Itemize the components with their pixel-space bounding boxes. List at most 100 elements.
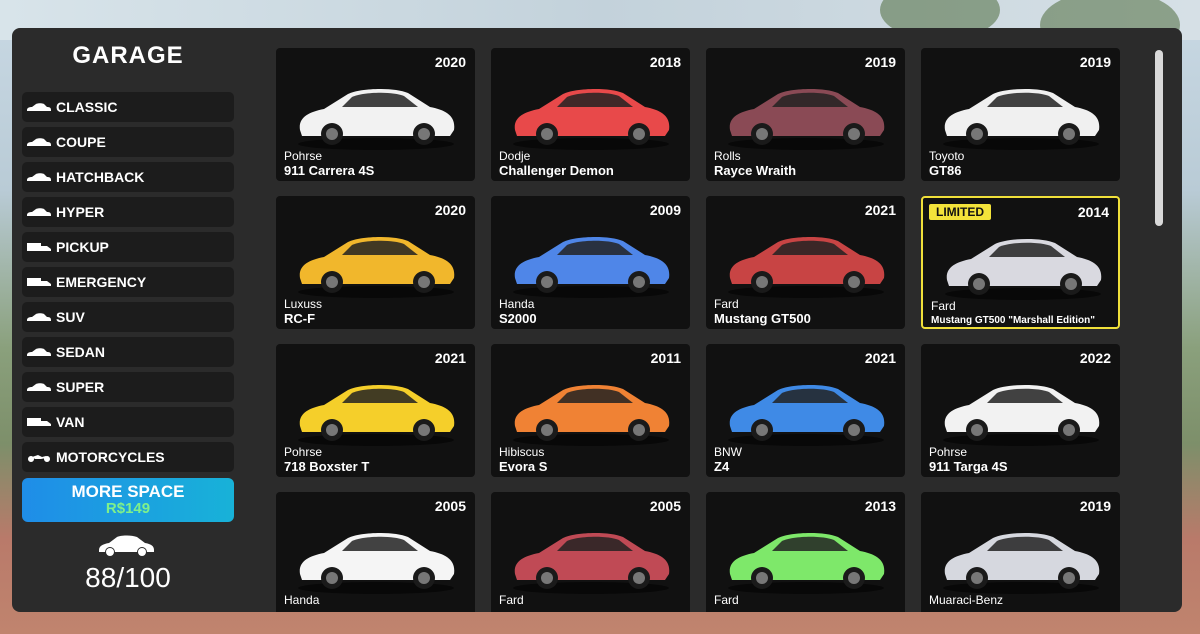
car-make: Luxuss xyxy=(284,297,323,311)
car-card[interactable]: 2022 Pohrse 911 Targa 4S xyxy=(921,344,1120,477)
super-car-icon xyxy=(22,381,56,393)
category-label: SEDAN xyxy=(56,344,106,360)
car-image xyxy=(298,88,455,150)
car-make: Handa xyxy=(499,297,535,311)
car-image xyxy=(513,88,670,150)
car-year: 2018 xyxy=(649,54,681,70)
category-label: VAN xyxy=(56,414,85,430)
more-space-button[interactable]: MORE SPACE R$149 xyxy=(22,478,234,522)
car-year: 2009 xyxy=(649,202,681,218)
car-model: Z4 xyxy=(714,459,730,474)
category-emergency[interactable]: EMERGENCY xyxy=(22,267,234,297)
car-year: 2021 xyxy=(434,350,466,366)
category-suv[interactable]: SUV xyxy=(22,302,234,332)
car-image xyxy=(728,532,885,594)
car-card[interactable]: 2019 Toyoto GT86 xyxy=(921,48,1120,181)
car-card[interactable]: 2021 Fard Mustang GT500 xyxy=(706,196,905,329)
category-label: HATCHBACK xyxy=(56,169,145,185)
car-year: 2020 xyxy=(434,54,466,70)
car-card[interactable]: 2021 BNW Z4 xyxy=(706,344,905,477)
car-image xyxy=(728,88,885,150)
car-model: Challenger Demon xyxy=(499,163,614,178)
sidebar: GARAGE CLASSIC COUPE HATCHBACK HYPER PICKUP E… xyxy=(22,28,234,612)
more-space-label: MORE SPACE xyxy=(71,482,185,501)
car-image xyxy=(943,384,1100,446)
car-year: 2005 xyxy=(434,498,466,514)
emergency-vehicle-icon xyxy=(22,276,56,288)
hatchback-icon xyxy=(22,171,56,183)
category-list: CLASSIC COUPE HATCHBACK HYPER PICKUP EMERGENC… xyxy=(22,92,234,477)
car-make: Handa xyxy=(284,593,320,607)
category-label: CLASSIC xyxy=(56,99,118,115)
pickup-truck-icon xyxy=(22,241,56,253)
car-image xyxy=(943,88,1100,150)
category-sedan[interactable]: SEDAN xyxy=(22,337,234,367)
car-make: Muaraci-Benz xyxy=(929,593,1004,607)
car-make: Pohrse xyxy=(929,445,968,459)
category-hyper[interactable]: HYPER xyxy=(22,197,234,227)
car-card[interactable]: 2020 Luxuss RC-F xyxy=(276,196,475,329)
category-label: EMERGENCY xyxy=(56,274,147,290)
car-card[interactable]: 2009 Handa S2000 xyxy=(491,196,690,329)
car-card[interactable]: 2020 Pohrse 911 Carrera 4S xyxy=(276,48,475,181)
motorcycle-icon xyxy=(22,451,56,463)
car-year: 2020 xyxy=(434,202,466,218)
category-classic[interactable]: CLASSIC xyxy=(22,92,234,122)
car-image xyxy=(513,236,670,298)
van-icon xyxy=(22,416,56,428)
garage-capacity: 88/100 xyxy=(85,562,171,593)
car-image xyxy=(298,532,455,594)
garage-panel: GARAGE CLASSIC COUPE HATCHBACK HYPER PICKUP E… xyxy=(12,28,1182,612)
car-grid-viewport[interactable]: 2020 Pohrse 911 Carrera 4S 2018 Dodje Challen… xyxy=(276,48,1148,612)
car-card[interactable]: 2018 Dodje Challenger Demon xyxy=(491,48,690,181)
car-model: Evora S xyxy=(499,459,548,474)
car-make: Fard xyxy=(931,299,956,313)
category-pickup[interactable]: PICKUP xyxy=(22,232,234,262)
category-hatchback[interactable]: HATCHBACK xyxy=(22,162,234,192)
category-super[interactable]: SUPER xyxy=(22,372,234,402)
car-card[interactable]: 2005 Fard xyxy=(491,492,690,612)
car-make: BNW xyxy=(714,445,742,459)
category-van[interactable]: VAN xyxy=(22,407,234,437)
category-label: MOTORCYCLES xyxy=(56,449,165,465)
car-card[interactable]: 2011 Hibiscus Evora S xyxy=(491,344,690,477)
limited-badge: LIMITED xyxy=(929,204,991,220)
category-label: COUPE xyxy=(56,134,106,150)
car-card[interactable]: 2019 Muaraci-Benz xyxy=(921,492,1120,612)
coupe-icon xyxy=(22,136,56,148)
category-label: SUV xyxy=(56,309,85,325)
car-image xyxy=(513,532,670,594)
car-model: GT86 xyxy=(929,163,962,178)
sedan-icon xyxy=(22,346,56,358)
suv-icon xyxy=(22,311,56,323)
car-model: RC-F xyxy=(284,311,316,326)
car-year: 2021 xyxy=(864,202,896,218)
car-model: 718 Boxster T xyxy=(284,459,370,474)
category-motorcycles[interactable]: MOTORCYCLES xyxy=(22,442,234,472)
car-make: Fard xyxy=(714,593,739,607)
category-label: PICKUP xyxy=(56,239,109,255)
car-card[interactable]: 2005 Handa xyxy=(276,492,475,612)
car-card[interactable]: 2013 Fard xyxy=(706,492,905,612)
category-coupe[interactable]: COUPE xyxy=(22,127,234,157)
car-image xyxy=(945,238,1102,300)
car-make: Dodje xyxy=(499,149,531,163)
car-make: Fard xyxy=(714,297,739,311)
car-make: Hibiscus xyxy=(499,445,545,459)
car-card[interactable]: 2019 Rolls Rayce Wraith xyxy=(706,48,905,181)
scrollbar-thumb[interactable] xyxy=(1155,50,1163,226)
car-card[interactable]: LIMITED 2014 Fard Mustang GT500 "Marshall E… xyxy=(921,196,1120,329)
car-image xyxy=(298,236,455,298)
car-year: 2021 xyxy=(864,350,896,366)
car-model: Rayce Wraith xyxy=(714,163,797,178)
car-year: 2022 xyxy=(1079,350,1111,366)
car-capacity-icon xyxy=(99,535,154,556)
car-year: 2019 xyxy=(1079,498,1111,514)
car-model: 911 Targa 4S xyxy=(929,459,1008,474)
car-make: Toyoto xyxy=(929,149,965,163)
hyper-car-icon xyxy=(22,206,56,218)
car-year: 2005 xyxy=(649,498,681,514)
car-image xyxy=(513,384,670,446)
car-card[interactable]: 2021 Pohrse 718 Boxster T xyxy=(276,344,475,477)
car-model: Mustang GT500 "Marshall Edition" xyxy=(931,315,1095,326)
